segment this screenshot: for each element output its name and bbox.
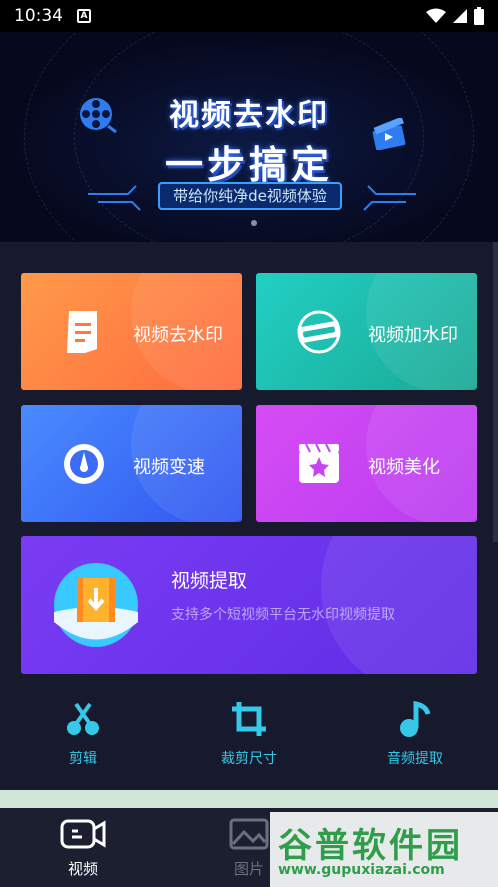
promo-banner[interactable]: 视频去水印 一步搞定 带给你纯净de视频体验 xyxy=(0,32,498,242)
tool-label: 音频提取 xyxy=(387,751,443,767)
tool-audio-extract[interactable]: 音频提取 xyxy=(365,700,465,768)
content-strip xyxy=(0,790,498,808)
card-label: 视频美化 xyxy=(368,457,440,478)
wifi-icon xyxy=(426,8,446,23)
card-video-beautify[interactable]: 视频美化 xyxy=(256,405,477,522)
card-label: 视频加水印 xyxy=(368,325,458,346)
image-icon xyxy=(229,818,269,850)
site-watermark: 谷普软件园 www.gupuxiazai.com xyxy=(270,812,498,887)
watermark-stamp-icon xyxy=(297,310,341,354)
carousel-indicator xyxy=(251,220,257,226)
card-add-watermark[interactable]: 视频加水印 xyxy=(256,273,477,390)
status-icons xyxy=(426,7,484,25)
scrollbar[interactable] xyxy=(493,242,498,542)
speedometer-icon xyxy=(64,444,104,484)
status-bar: 10:34 A xyxy=(0,0,498,32)
status-time: 10:34 xyxy=(14,6,63,26)
clapperboard-star-icon xyxy=(299,443,339,483)
tool-crop-size[interactable]: 裁剪尺寸 xyxy=(199,700,299,768)
banner-headline-2: 一步搞定 xyxy=(164,143,333,187)
video-camera-icon xyxy=(60,819,106,849)
battery-icon xyxy=(474,7,484,25)
music-note-icon xyxy=(400,700,431,737)
nav-label: 视频 xyxy=(67,860,98,878)
tool-label: 裁剪尺寸 xyxy=(221,751,277,767)
card-label: 视频变速 xyxy=(133,457,205,478)
watermark-url: www.gupuxiazai.com xyxy=(278,862,445,878)
banner-headline: 视频去水印 xyxy=(169,98,329,133)
tool-label: 剪辑 xyxy=(69,751,97,767)
card-video-extract[interactable]: 视频提取 支持多个短视频平台无水印视频提取 xyxy=(21,536,477,674)
document-icon xyxy=(67,311,97,353)
film-download-icon xyxy=(54,563,138,647)
nav-video[interactable]: 视频 xyxy=(38,818,128,879)
extract-subtitle: 支持多个短视频平台无水印视频提取 xyxy=(171,607,395,623)
crop-icon xyxy=(232,702,266,736)
card-label: 视频去水印 xyxy=(133,325,223,346)
scissors-icon xyxy=(67,702,99,735)
watermark-title: 谷普软件园 xyxy=(278,826,463,866)
notification-icon: A xyxy=(77,9,91,23)
banner-tagline: 带给你纯净de视频体验 xyxy=(158,182,342,210)
card-video-speed[interactable]: 视频变速 xyxy=(21,405,242,522)
tool-edit[interactable]: 剪辑 xyxy=(33,700,133,768)
signal-icon xyxy=(453,9,467,23)
extract-title: 视频提取 xyxy=(171,570,248,592)
card-remove-watermark[interactable]: 视频去水印 xyxy=(21,273,242,390)
